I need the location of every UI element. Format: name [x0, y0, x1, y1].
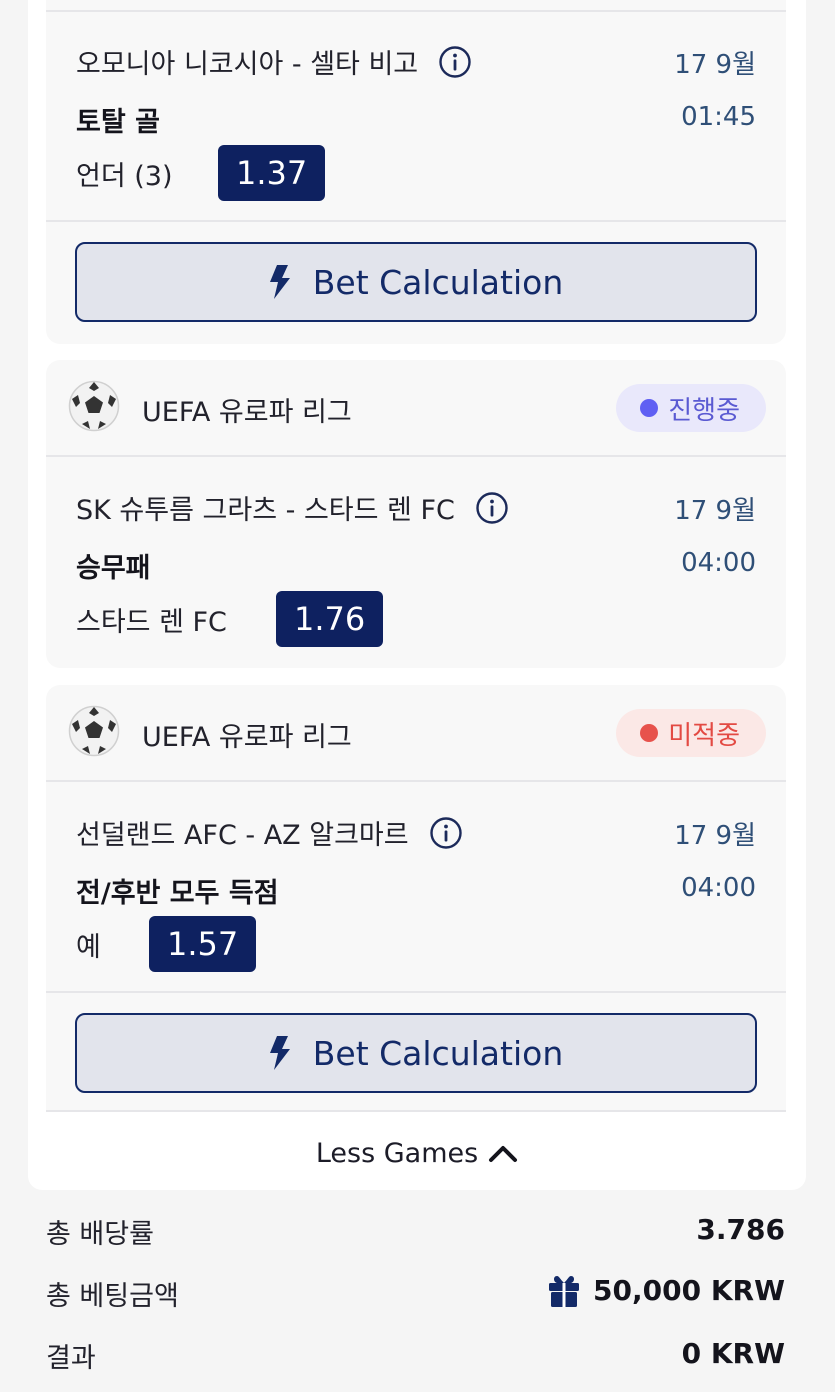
total-stake-value: 50,000 KRW	[547, 1272, 785, 1308]
market-name: 전/후반 모두 득점	[76, 878, 279, 909]
less-games-label: Less Games	[315, 1137, 479, 1169]
match-name: 오모니아 니코시아 - 셀타 비고	[76, 49, 419, 80]
bet-card-3: UEFA 유로파 리그 미적중 선덜랜드 AFC - AZ 알크마르 17 9월…	[46, 685, 786, 1111]
match-name: 선덜랜드 AFC - AZ 알크마르	[76, 820, 409, 851]
league-name: UEFA 유로파 리그	[142, 397, 352, 428]
odds-badge: 1.76	[276, 591, 384, 647]
divider	[46, 10, 786, 12]
match-title: 오모니아 니코시아 - 셀타 비고	[76, 42, 472, 81]
total-odds-amount: 3.786	[696, 1213, 785, 1246]
odds-badge: 1.57	[149, 916, 257, 972]
status-label: 진행중	[668, 395, 740, 426]
pick-row: 언더 (3) 1.37	[76, 145, 326, 201]
bet-calculation-label: Bet Calculation	[312, 262, 564, 302]
divider	[46, 780, 786, 782]
result-label: 결과	[46, 1343, 96, 1374]
status-badge: 미적중	[616, 709, 766, 757]
soccer-ball-icon	[68, 380, 120, 432]
result-value: 0 KRW	[682, 1337, 785, 1370]
market-name: 승무패	[76, 553, 151, 584]
league-header: UEFA 유로파 리그 미적중	[46, 685, 786, 781]
info-icon[interactable]	[475, 491, 509, 525]
pick-selection: 스타드 렌 FC	[76, 606, 227, 638]
match-time: 04:00	[681, 548, 756, 578]
odds-badge: 1.37	[218, 145, 326, 201]
match-date: 17 9월	[674, 821, 756, 851]
bet-calculation-button[interactable]: Bet Calculation	[75, 1013, 757, 1093]
pick-row: 스타드 렌 FC 1.76	[76, 591, 384, 647]
league-header: UEFA 유로파 리그 진행중	[46, 360, 786, 456]
pick-row: 예 1.57	[76, 916, 257, 972]
info-icon[interactable]	[429, 816, 463, 850]
match-time: 04:00	[681, 873, 756, 903]
status-badge: 진행중	[616, 384, 766, 432]
divider	[46, 455, 786, 457]
bet-calculation-button[interactable]: Bet Calculation	[75, 242, 757, 322]
divider	[46, 1110, 786, 1112]
lightning-bolt-icon	[269, 265, 290, 299]
total-odds-value: 3.786	[696, 1213, 785, 1246]
pick-selection: 언더 (3)	[76, 160, 173, 192]
match-name: SK 슈투름 그라츠 - 스타드 렌 FC	[76, 495, 455, 526]
lightning-bolt-icon	[269, 1036, 290, 1070]
bet-card-1: 오모니아 니코시아 - 셀타 비고 17 9월 토탈 골 01:45 언더 (3…	[46, 0, 786, 344]
match-title: SK 슈투름 그라츠 - 스타드 렌 FC	[76, 488, 509, 527]
match-date: 17 9월	[674, 496, 756, 526]
chevron-up-icon	[489, 1146, 518, 1162]
status-dot-icon	[640, 724, 659, 742]
soccer-ball-icon	[68, 705, 120, 757]
match-title: 선덜랜드 AFC - AZ 알크마르	[76, 813, 463, 852]
match-time: 01:45	[681, 102, 756, 132]
total-odds-label: 총 배당률	[46, 1219, 154, 1250]
less-games-button[interactable]: Less Games	[28, 1130, 806, 1176]
divider	[46, 220, 786, 222]
status-label: 미적중	[668, 720, 740, 751]
result-amount: 0 KRW	[681, 1337, 785, 1370]
league-name: UEFA 유로파 리그	[142, 722, 352, 753]
total-stake-amount: 50,000 KRW	[593, 1273, 785, 1307]
match-date: 17 9월	[674, 50, 756, 80]
gift-icon	[549, 1276, 580, 1307]
market-name: 토탈 골	[76, 107, 160, 138]
total-stake-label: 총 베팅금액	[46, 1281, 179, 1312]
pick-selection: 예	[76, 931, 101, 963]
bet-card-2: UEFA 유로파 리그 진행중 SK 슈투름 그라츠 - 스타드 렌 FC 17…	[46, 360, 786, 668]
status-dot-icon	[640, 399, 659, 417]
bet-calculation-label: Bet Calculation	[312, 1033, 564, 1073]
divider	[46, 991, 786, 993]
info-icon[interactable]	[438, 45, 472, 79]
